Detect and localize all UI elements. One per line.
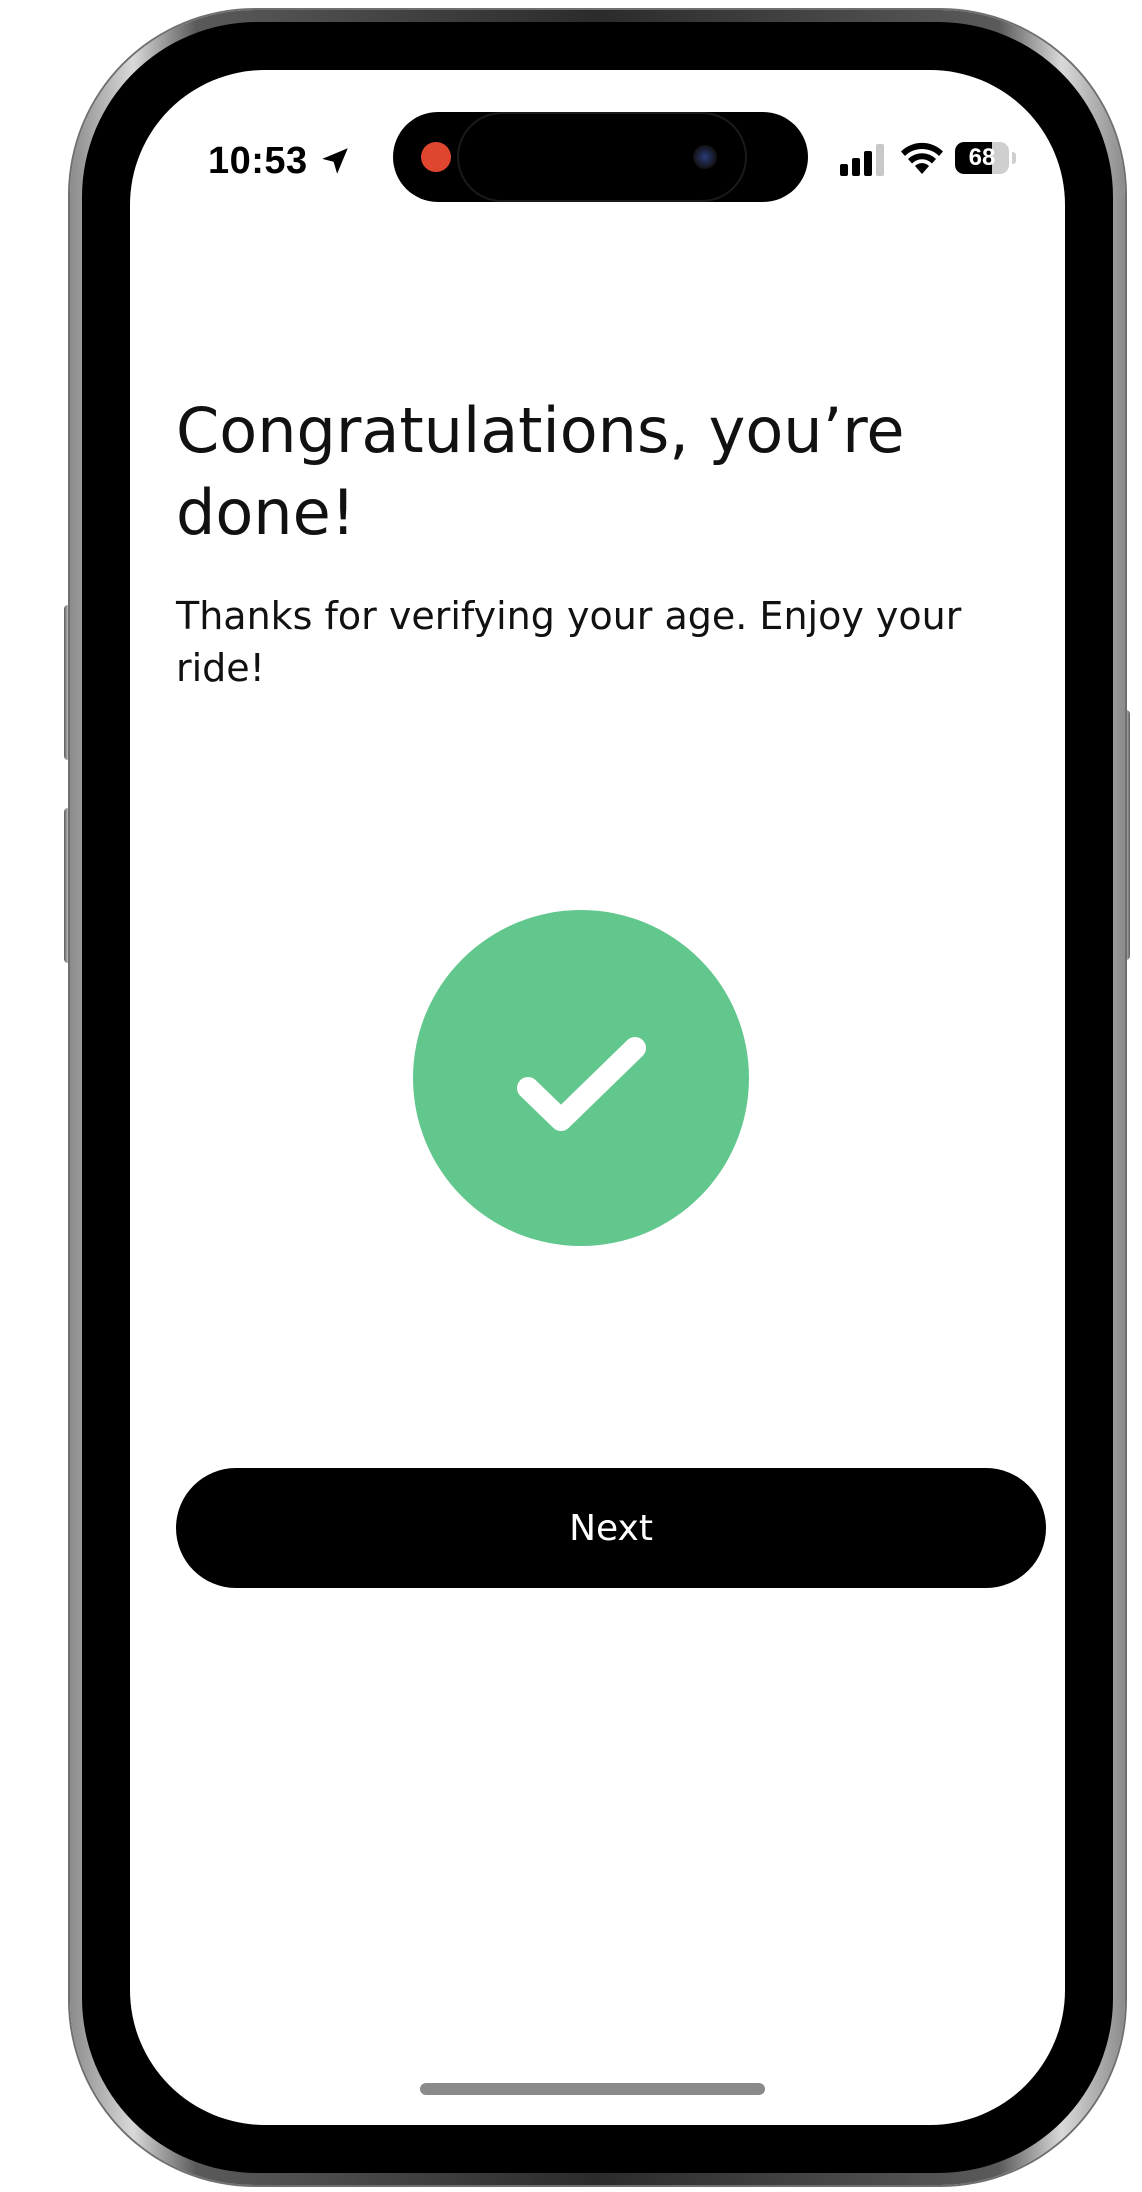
battery-body: 68 bbox=[955, 142, 1009, 174]
home-indicator[interactable] bbox=[420, 2083, 765, 2095]
camera-icon bbox=[693, 145, 717, 169]
page-title: Congratulations, you’re done! bbox=[176, 394, 905, 549]
next-button[interactable]: Next bbox=[176, 1468, 1046, 1588]
recording-indicator-icon bbox=[421, 142, 451, 172]
battery-icon: 68 bbox=[955, 142, 1017, 174]
battery-level: 68 bbox=[968, 144, 996, 171]
checkmark-icon bbox=[517, 1037, 646, 1131]
battery-tip bbox=[1012, 152, 1016, 164]
confirmation-message: Thanks for verifying your age. Enjoy you… bbox=[176, 594, 962, 690]
cellular-signal-icon bbox=[840, 144, 884, 176]
wifi-icon bbox=[901, 142, 943, 174]
location-arrow-icon bbox=[322, 148, 348, 174]
screen: 10:53 68 Congratulations, you’re done! T… bbox=[130, 70, 1065, 2125]
dynamic-island bbox=[393, 112, 808, 202]
phone-frame: 10:53 68 Congratulations, you’re done! T… bbox=[70, 10, 1125, 2185]
success-badge bbox=[413, 910, 749, 1246]
device-mockup: 10:53 68 Congratulations, you’re done! T… bbox=[0, 0, 1142, 2192]
status-time: 10:53 bbox=[208, 140, 308, 182]
phone-bezel: 10:53 68 Congratulations, you’re done! T… bbox=[82, 22, 1113, 2173]
